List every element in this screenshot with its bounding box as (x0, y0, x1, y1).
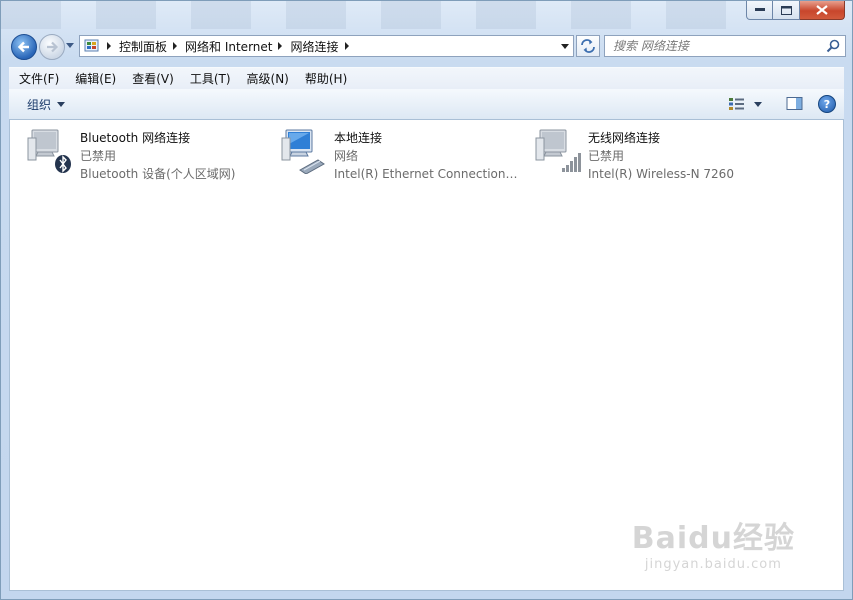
explorer-window: 控制面板 网络和 Internet 网络连接 文件(F) 编辑(E) 查看(V) (0, 0, 853, 600)
title-bar (1, 1, 741, 29)
chevron-down-icon (57, 101, 66, 107)
search-icon[interactable] (826, 39, 840, 53)
view-options-icon (729, 98, 744, 110)
forward-arrow-icon (47, 41, 59, 53)
command-bar-right: ? (728, 95, 836, 113)
menu-bar: 文件(F) 编辑(E) 查看(V) 工具(T) 高级(N) 帮助(H) (9, 67, 844, 89)
connection-device: Intel(R) Wireless-N 7260 (588, 167, 734, 181)
minimize-button[interactable] (746, 1, 773, 20)
help-icon[interactable]: ? (818, 95, 836, 113)
connection-status: 网络 (334, 149, 359, 163)
minimize-icon (754, 8, 765, 11)
refresh-button[interactable] (576, 35, 600, 57)
caption-buttons (746, 1, 845, 20)
refresh-icon (581, 39, 595, 53)
watermark-url: jingyan.baidu.com (644, 557, 782, 572)
back-button[interactable] (11, 34, 37, 60)
watermark-logo: Baidu经验 (631, 521, 795, 556)
menu-help[interactable]: 帮助(H) (297, 69, 355, 89)
watermark: Baidu经验 jingyan.baidu.com (632, 513, 795, 572)
close-button[interactable] (800, 1, 845, 20)
change-view-button[interactable] (728, 97, 762, 111)
connection-device: Intel(R) Ethernet Connection I2... (334, 167, 521, 181)
search-input[interactable] (605, 38, 825, 54)
connection-status: 已禁用 (80, 149, 117, 163)
maximize-button[interactable] (773, 1, 800, 20)
breadcrumb-separator[interactable] (278, 42, 283, 50)
connection-item-bluetooth[interactable]: Bluetooth 网络连接 已禁用 Bluetooth 设备(个人区域网) (26, 126, 235, 183)
recent-pages-dropdown[interactable] (66, 43, 74, 48)
breadcrumb-separator[interactable] (173, 42, 178, 50)
search-box[interactable] (604, 35, 846, 57)
address-bar[interactable]: 控制面板 网络和 Internet 网络连接 (79, 35, 574, 57)
command-bar: 组织 ? (9, 89, 844, 120)
menu-view[interactable]: 查看(V) (124, 69, 182, 89)
breadcrumb-network-internet[interactable]: 网络和 Internet (185, 38, 272, 55)
menu-edit[interactable]: 编辑(E) (67, 69, 124, 89)
maximize-icon (780, 5, 792, 15)
back-arrow-icon (17, 41, 29, 53)
connection-name: Bluetooth 网络连接 (80, 131, 191, 145)
control-panel-icon (84, 39, 99, 52)
connections-pane: Bluetooth 网络连接 已禁用 Bluetooth 设备(个人区域网) 本… (9, 120, 844, 591)
connection-name: 本地连接 (334, 131, 383, 145)
menu-advanced[interactable]: 高级(N) (239, 69, 297, 89)
close-icon (816, 5, 828, 15)
address-dropdown-icon[interactable] (561, 43, 569, 49)
breadcrumb-separator[interactable] (107, 42, 111, 50)
connection-name: 无线网络连接 (588, 131, 661, 145)
organize-label: 组织 (27, 97, 52, 112)
bluetooth-network-icon (26, 126, 74, 174)
breadcrumb-control-panel[interactable]: 控制面板 (119, 38, 167, 55)
ethernet-network-icon (280, 126, 328, 175)
menu-tools[interactable]: 工具(T) (182, 69, 239, 89)
wireless-network-icon (534, 126, 582, 174)
organize-button[interactable]: 组织 (27, 96, 66, 113)
navigation-bar: 控制面板 网络和 Internet 网络连接 (9, 33, 846, 61)
menu-file[interactable]: 文件(F) (9, 69, 67, 89)
connection-item-local[interactable]: 本地连接 网络 Intel(R) Ethernet Connection I2.… (280, 126, 521, 183)
breadcrumb-separator[interactable] (344, 42, 349, 50)
connection-status: 已禁用 (588, 149, 625, 163)
forward-button[interactable] (39, 34, 65, 60)
preview-pane-icon[interactable] (786, 96, 804, 112)
connection-item-wireless[interactable]: 无线网络连接 已禁用 Intel(R) Wireless-N 7260 (534, 126, 734, 183)
breadcrumb-network-connections[interactable]: 网络连接 (290, 38, 338, 55)
view-dropdown-icon[interactable] (754, 101, 762, 107)
connection-device: Bluetooth 设备(个人区域网) (80, 167, 236, 181)
